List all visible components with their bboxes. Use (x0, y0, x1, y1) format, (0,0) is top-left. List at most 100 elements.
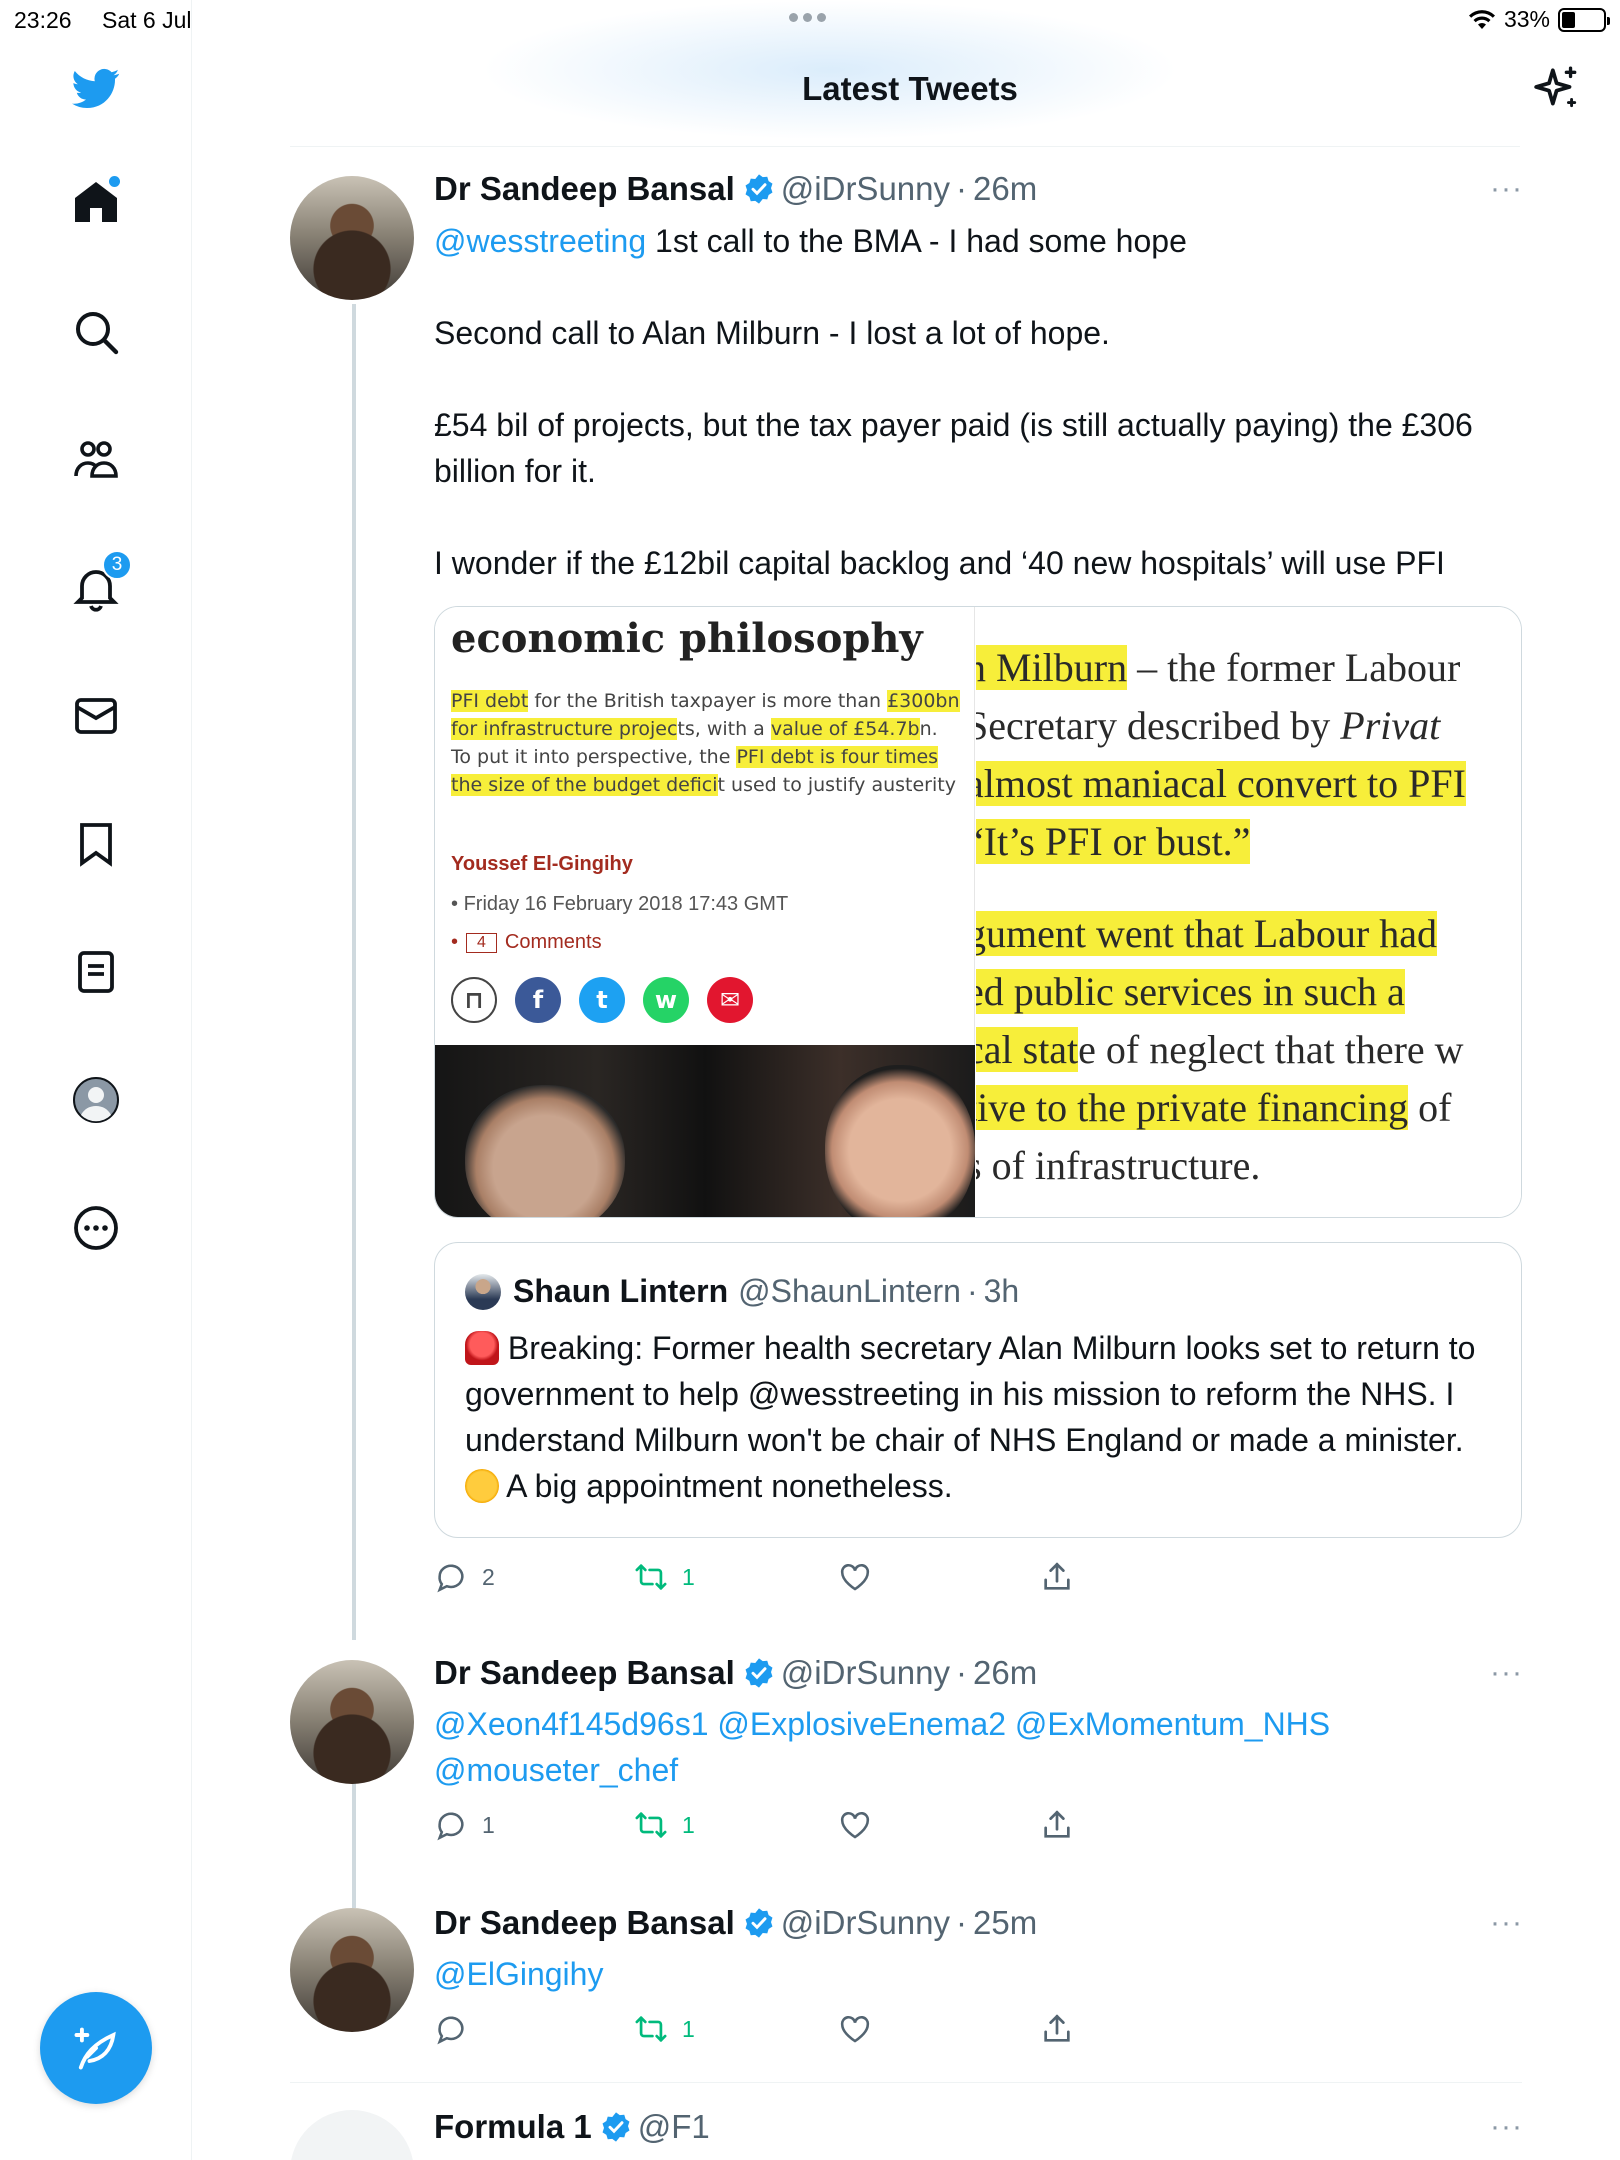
media-image-right[interactable]: n Milburn – the former Labour Secretary … (976, 607, 1521, 1217)
tweet-text: @Xeon4f145d96s1 @ExplosiveEnema2 @ExMome… (434, 1701, 1394, 1793)
retweet-button[interactable]: 1 (634, 2012, 695, 2046)
article-author: Youssef El-Gingihy (451, 853, 633, 875)
reply-button[interactable]: 2 (434, 1560, 495, 1594)
avatar[interactable] (290, 176, 414, 300)
search-icon[interactable] (70, 306, 122, 358)
reply-button[interactable]: 1 (434, 1808, 495, 1842)
tweet-actions: 1 (434, 2012, 1074, 2052)
mention-link[interactable]: @wesstreeting (434, 223, 646, 259)
thinking-emoji-icon (465, 1469, 499, 1503)
avatar[interactable] (290, 1908, 414, 2032)
article-standfirst: PFI debt for the British taxpayer is mor… (451, 690, 960, 796)
share-button[interactable] (1040, 1560, 1074, 1594)
communities-icon[interactable] (70, 434, 122, 486)
tweet-more-button[interactable]: ··· (1490, 172, 1523, 206)
meta-separator: · (956, 170, 968, 207)
profile-avatar-icon[interactable] (70, 1074, 122, 1126)
retweet-button[interactable]: 1 (634, 1808, 695, 1842)
notifications-bell-icon[interactable]: 3 (70, 550, 132, 614)
bookmarks-icon[interactable] (70, 818, 122, 870)
wifi-icon (1468, 9, 1495, 29)
media-image-left[interactable]: economic philosophy PFI debt for the Bri… (435, 607, 975, 1217)
like-button[interactable] (838, 1808, 872, 1842)
article-share-icons: ⊓ f t w ✉ (451, 977, 753, 1023)
retweet-icon (635, 1812, 667, 1838)
retweet-button[interactable]: 1 (634, 1560, 695, 1594)
thread-connector-line (352, 304, 356, 1640)
tweet-media[interactable]: economic philosophy PFI debt for the Bri… (434, 606, 1522, 1218)
status-bar: 23:26 Sat 6 Jul 33% (0, 0, 1620, 40)
twitter-share-icon: t (579, 977, 625, 1023)
reply-icon (437, 1812, 464, 1841)
sidebar: 3 (0, 0, 192, 2160)
meta-separator: · (956, 1904, 968, 1941)
quoted-author-handle: @ShaunLintern (738, 1273, 961, 1309)
book-excerpt: n Milburn – the former Labour Secretary … (976, 639, 1521, 1195)
messages-icon[interactable] (70, 690, 122, 742)
author-name[interactable]: Formula 1 (434, 2108, 592, 2146)
multitasking-dots[interactable] (789, 13, 826, 22)
article-photo (435, 1045, 975, 1217)
author-handle[interactable]: @iDrSunny (781, 1654, 950, 1692)
lists-icon[interactable] (70, 946, 122, 998)
reply-icon (437, 1564, 464, 1593)
author-handle[interactable]: @iDrSunny (781, 170, 950, 208)
like-button[interactable] (838, 1560, 872, 1594)
verified-badge-icon (745, 174, 773, 204)
bookmark-share-icon: ⊓ (451, 977, 497, 1023)
author-name[interactable]: Dr Sandeep Bansal (434, 1654, 735, 1692)
share-icon (1044, 2014, 1070, 2042)
tweet-divider (290, 2082, 1522, 2083)
retweet-count: 1 (682, 1811, 695, 1838)
author-handle[interactable]: @F1 (638, 2108, 710, 2146)
tweet-text-line: £54 bil of projects, but the tax payer p… (434, 407, 1473, 489)
header-divider (290, 146, 1520, 147)
home-unread-dot (109, 176, 120, 187)
tweet-header: Dr Sandeep Bansal @iDrSunny · 26m (434, 1654, 1037, 1692)
author-handle[interactable]: @iDrSunny (781, 1904, 950, 1942)
tweet-timestamp[interactable]: 25m (973, 1904, 1037, 1942)
home-icon[interactable] (70, 176, 122, 228)
tweet-more-button[interactable]: ··· (1490, 1656, 1523, 1690)
quoted-tweet[interactable]: Shaun Lintern @ShaunLintern · 3h Breakin… (434, 1242, 1522, 1538)
like-button[interactable] (838, 2012, 872, 2046)
battery-icon (1558, 7, 1610, 32)
tweet-text: @ElGingihy (434, 1951, 1514, 1997)
tweet-actions: 2 1 (434, 1560, 1074, 1600)
more-options-icon[interactable] (70, 1202, 122, 1254)
timeline-sparkle-icon[interactable] (1532, 64, 1582, 114)
article-comments: • 4 Comments (451, 931, 602, 953)
twitter-logo-icon[interactable] (70, 62, 122, 114)
compose-tweet-button[interactable] (40, 1992, 152, 2104)
reply-icon (437, 2016, 464, 2045)
verified-badge-icon (745, 1908, 773, 1938)
retweet-count: 1 (682, 2015, 695, 2042)
tweet-more-button[interactable]: ··· (1490, 2110, 1523, 2144)
avatar[interactable] (290, 2110, 414, 2160)
author-name[interactable]: Dr Sandeep Bansal (434, 1904, 735, 1942)
reply-button[interactable] (434, 2012, 468, 2046)
tweet-more-button[interactable]: ··· (1490, 1906, 1523, 1940)
mention-link[interactable]: @Xeon4f145d96s1 @ExplosiveEnema2 @ExMome… (434, 1706, 1330, 1788)
retweet-count: 1 (682, 1563, 695, 1590)
tweet-timestamp[interactable]: 26m (973, 170, 1037, 208)
avatar[interactable] (290, 1660, 414, 1784)
mention-link[interactable]: @ElGingihy (434, 1956, 603, 1992)
meta-separator: · (956, 1654, 968, 1691)
quoted-timestamp: 3h (983, 1273, 1020, 1309)
tweet-text-line: 1st call to the BMA - I had some hope (646, 223, 1187, 259)
page-title: Latest Tweets (802, 70, 1018, 107)
share-button[interactable] (1040, 1808, 1074, 1842)
tweet-text-line: I wonder if the £12bil capital backlog a… (434, 545, 1445, 581)
quoted-avatar (465, 1273, 501, 1310)
tweet-actions: 1 1 (434, 1808, 1074, 1848)
quoted-author-name: Shaun Lintern (513, 1273, 729, 1309)
heart-icon (840, 1564, 870, 1591)
battery-percent: 33% (1503, 6, 1550, 32)
author-name[interactable]: Dr Sandeep Bansal (434, 170, 735, 208)
reply-count: 1 (482, 1811, 495, 1838)
share-button[interactable] (1040, 2012, 1074, 2046)
tweet-header: Dr Sandeep Bansal @iDrSunny · 25m (434, 1904, 1037, 1942)
tweet-timestamp[interactable]: 26m (973, 1654, 1037, 1692)
quoted-tweet-text: Breaking: Former health secretary Alan M… (465, 1330, 1476, 1504)
